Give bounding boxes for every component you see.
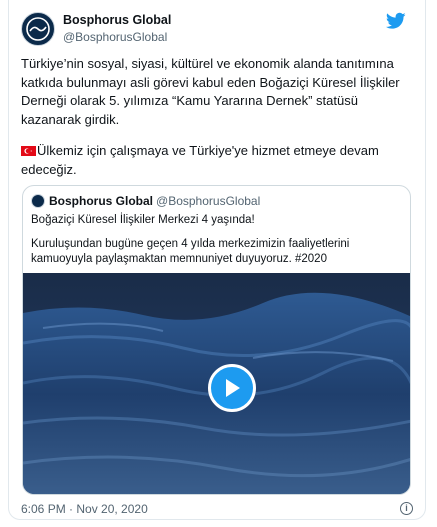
quoted-tweet-line: Kuruluşundan bugüne geçen 4 yılda merkez… <box>31 237 350 266</box>
author-handle[interactable]: @BosphorusGlobal <box>63 30 167 44</box>
avatar <box>31 194 45 208</box>
author-handle: @BosphorusGlobal <box>156 194 261 208</box>
tweet-paragraph: Ülkemiz için çalışmaya ve Türkiye'ye hiz… <box>21 142 416 179</box>
turkey-flag-icon <box>21 146 36 156</box>
author-name: Bosphorus Global <box>49 194 154 208</box>
tweet-header: Bosphorus Global @BosphorusGlobal <box>8 10 408 50</box>
quoted-tweet[interactable]: Bosphorus Global @BosphorusGlobal Boğaziç… <box>22 185 411 495</box>
play-button[interactable] <box>208 364 256 412</box>
avatar[interactable] <box>21 12 55 46</box>
bosphorus-logo-icon <box>26 17 50 41</box>
twitter-bird-icon[interactable] <box>386 12 406 30</box>
quoted-tweet-line: Boğaziçi Küresel İlişkiler Merkezi 4 yaş… <box>31 214 255 226</box>
tweet-paragraph: Türkiye’nin sosyal, siyasi, kültürel ve … <box>21 56 400 127</box>
quoted-tweet-text: Boğaziçi Küresel İlişkiler Merkezi 4 yaş… <box>31 213 403 276</box>
author-name[interactable]: Bosphorus Global <box>63 13 171 27</box>
tweet-text: Türkiye’nin sosyal, siyasi, kültürel ve … <box>21 55 416 192</box>
info-icon[interactable]: i <box>400 502 413 515</box>
tweet-timestamp[interactable]: 6:06 PM · Nov 20, 2020 <box>21 502 148 516</box>
quoted-tweet-header: Bosphorus Global @BosphorusGlobal <box>31 194 260 210</box>
tweet-paragraph-text: Ülkemiz için çalışmaya ve Türkiye'ye hiz… <box>21 143 379 177</box>
play-icon <box>226 379 240 397</box>
